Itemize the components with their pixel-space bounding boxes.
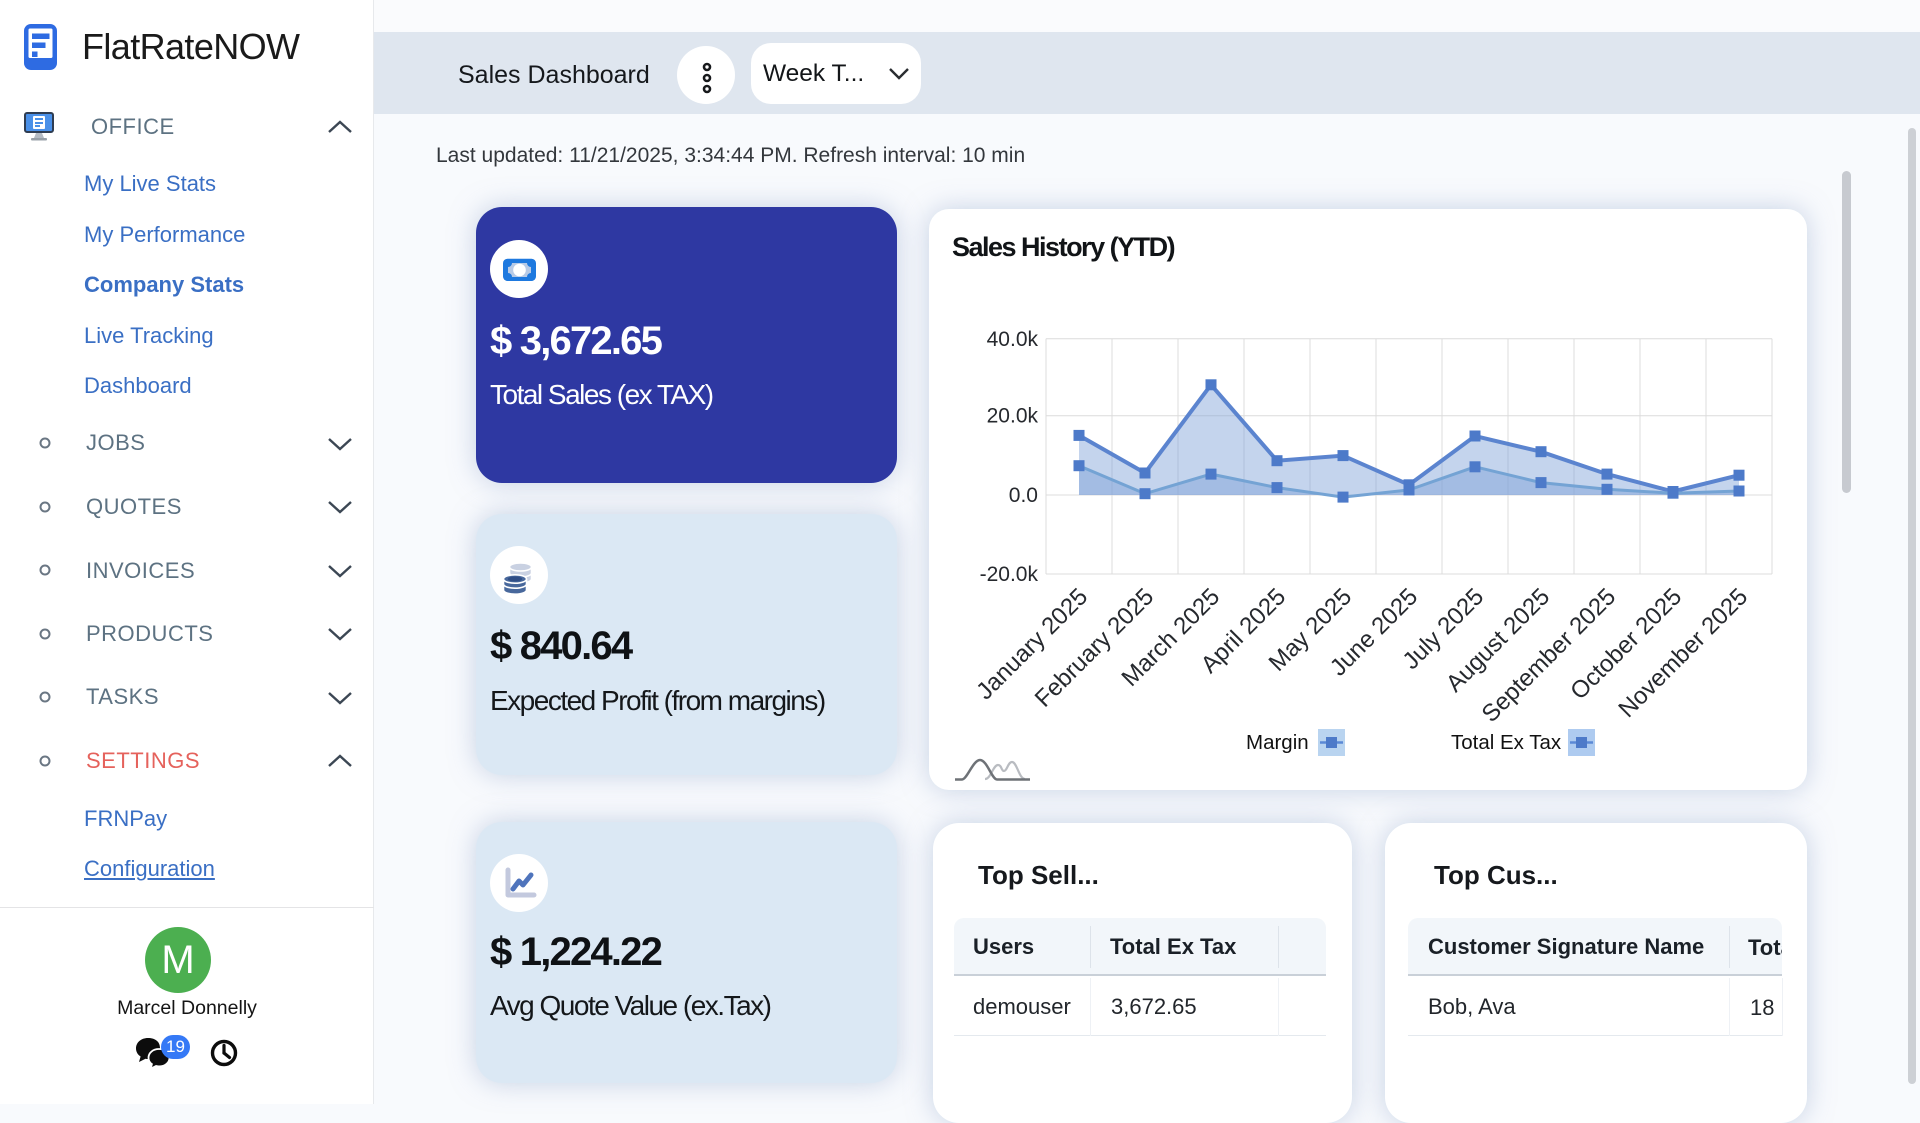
svg-text:February 2025: February 2025 [1030,583,1159,712]
svg-text:-20.0k: -20.0k [980,563,1039,586]
svg-text:Margin: Margin [1246,731,1309,754]
svg-text:40.0k: 40.0k [987,328,1039,351]
svg-text:0.0: 0.0 [1009,484,1038,507]
svg-text:Total Ex Tax: Total Ex Tax [1451,731,1562,754]
svg-text:January 2025: January 2025 [971,583,1093,705]
svg-text:20.0k: 20.0k [987,405,1039,428]
